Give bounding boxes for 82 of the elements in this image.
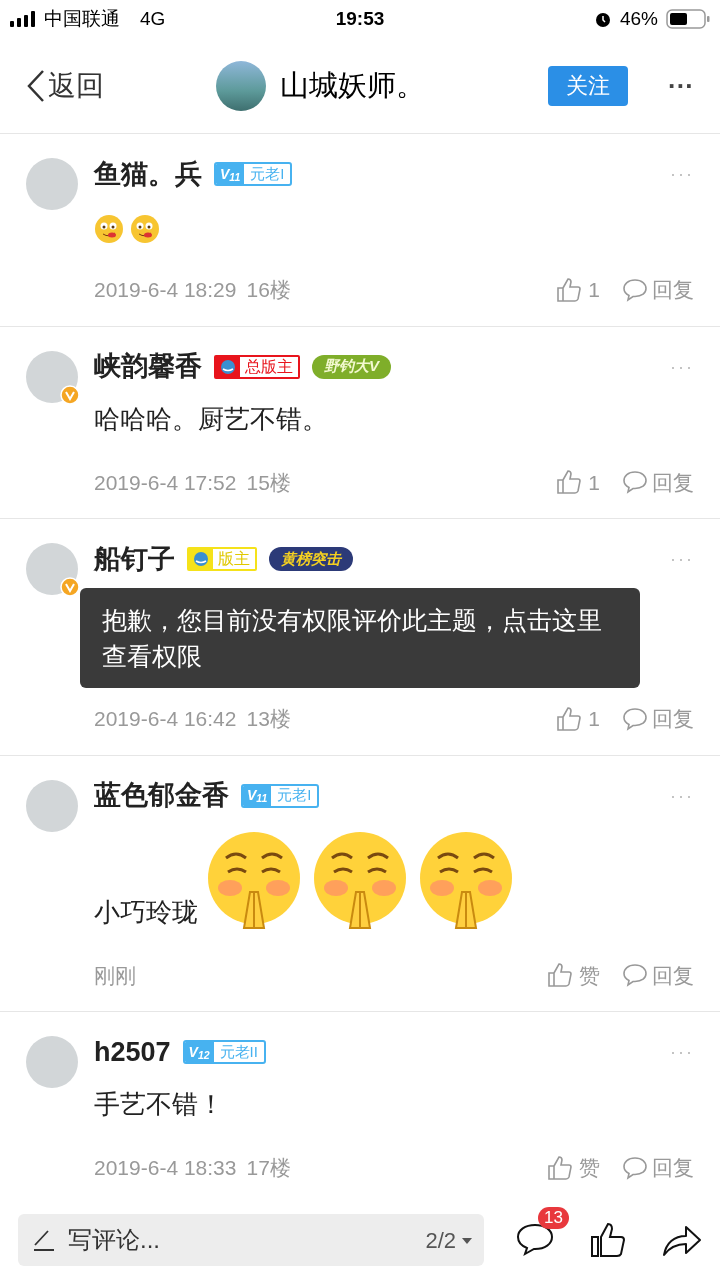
post-time: 2019-6-4 17:52 <box>94 469 237 496</box>
post-time: 2019-6-4 18:29 <box>94 277 237 303</box>
like-button[interactable]: 1 <box>556 274 600 306</box>
post-time: 2019-6-4 18:33 <box>94 1155 237 1181</box>
carrier-name: 中国联通 <box>44 6 120 31</box>
like-button[interactable]: 赞 <box>547 1152 600 1184</box>
reply-button[interactable]: 回复 <box>622 1152 694 1184</box>
avatar[interactable] <box>26 1036 78 1088</box>
username[interactable]: 峡韵馨香 <box>94 346 202 387</box>
thumbs-up-icon <box>556 469 583 496</box>
username[interactable]: h2507 <box>94 1031 171 1073</box>
thumbs-up-icon <box>547 962 573 989</box>
like-button[interactable]: 赞 <box>547 959 600 991</box>
verified-icon <box>60 577 80 597</box>
floor-number: 16楼 <box>246 277 291 303</box>
comment-text: 哈哈哈。厨艺不错。 <box>94 402 328 436</box>
speech-bubble-icon <box>622 963 648 988</box>
medal-badge: 黄榜突击 <box>269 547 353 571</box>
level-badge: V$_{12}$ 元老II <box>182 1040 266 1064</box>
thumbs-up-icon <box>547 1154 573 1181</box>
page-selector[interactable]: 2/2 <box>425 1224 472 1257</box>
more-button[interactable]: ··· <box>670 357 694 376</box>
username[interactable]: 鱼猫。兵 <box>94 153 202 195</box>
dropdown-caret-icon <box>462 1237 472 1244</box>
share-arrow-icon[interactable] <box>662 1223 702 1257</box>
reply-button[interactable]: 回复 <box>622 959 694 991</box>
like-button[interactable]: 1 <box>556 703 600 735</box>
page-title: 山城妖师。 <box>280 67 425 103</box>
thumbs-up-icon[interactable] <box>590 1222 626 1258</box>
comment-text: 小巧玲珑 <box>94 895 198 929</box>
alarm-icon <box>593 10 612 28</box>
post-time: 刚刚 <box>94 962 136 989</box>
post-time: 2019-6-4 16:42 <box>94 706 237 732</box>
like-button[interactable]: 1 <box>556 466 600 498</box>
shark-icon <box>219 358 237 375</box>
speech-bubble-icon <box>622 470 648 495</box>
reply-button[interactable]: 回复 <box>622 274 694 306</box>
avatar[interactable] <box>26 158 78 210</box>
battery-percent: 46% <box>619 6 658 31</box>
thumbs-up-icon <box>556 705 583 732</box>
reply-button[interactable]: 回复 <box>622 466 694 498</box>
avatar[interactable] <box>26 350 78 403</box>
more-button[interactable]: ··· <box>670 786 694 805</box>
avatar-photo[interactable] <box>216 60 266 111</box>
medal-badge: 野钓大V <box>312 354 391 379</box>
floor-number: 15楼 <box>246 469 291 496</box>
thumbs-up-icon <box>556 276 583 303</box>
clock-time: 19:53 <box>334 6 386 31</box>
speech-bubble-icon <box>622 277 648 302</box>
shark-icon <box>192 551 210 567</box>
speech-bubble-icon <box>622 706 648 731</box>
level-badge: V$_{11}$ 元老I <box>241 783 320 808</box>
role-badge: 版主 <box>187 547 257 571</box>
reply-button[interactable]: 回复 <box>622 703 694 735</box>
avatar[interactable] <box>26 543 78 595</box>
comments-button[interactable] <box>516 1223 554 1257</box>
avatar[interactable] <box>26 779 78 832</box>
comment-text: 手艺不错！ <box>94 1088 224 1121</box>
comment-count-badge: 13 <box>538 1207 569 1229</box>
follow-button[interactable]: 关注 <box>548 65 628 106</box>
battery-icon <box>666 9 710 29</box>
back-button[interactable]: 返回 <box>26 64 216 107</box>
more-button[interactable]: ··· <box>670 165 694 183</box>
role-badge: 总版主 <box>214 354 300 379</box>
speech-bubble-icon <box>516 1223 554 1257</box>
more-button[interactable]: ··· <box>668 72 694 99</box>
chevron-left-icon <box>26 68 46 103</box>
floor-number: 13楼 <box>246 706 291 732</box>
tongue-emoji-icon <box>94 214 124 244</box>
speech-bubble-icon <box>622 1155 648 1180</box>
username[interactable]: 船钉子 <box>94 538 175 580</box>
pencil-icon <box>32 1228 56 1252</box>
permission-toast[interactable]: 抱歉，您目前没有权限评价此主题，点击这里查看权限 <box>80 588 640 688</box>
signal-icon <box>10 11 38 27</box>
tongue-emoji-icon <box>130 214 160 244</box>
more-button[interactable]: ··· <box>670 1043 694 1061</box>
level-badge: V$_{11}$ 元老I <box>214 162 293 186</box>
network-type: 4G <box>140 6 166 31</box>
more-button[interactable]: ··· <box>670 550 694 568</box>
verified-icon <box>60 384 80 405</box>
floor-number: 17楼 <box>246 1155 291 1181</box>
username[interactable]: 蓝色郁金香 <box>94 775 229 816</box>
